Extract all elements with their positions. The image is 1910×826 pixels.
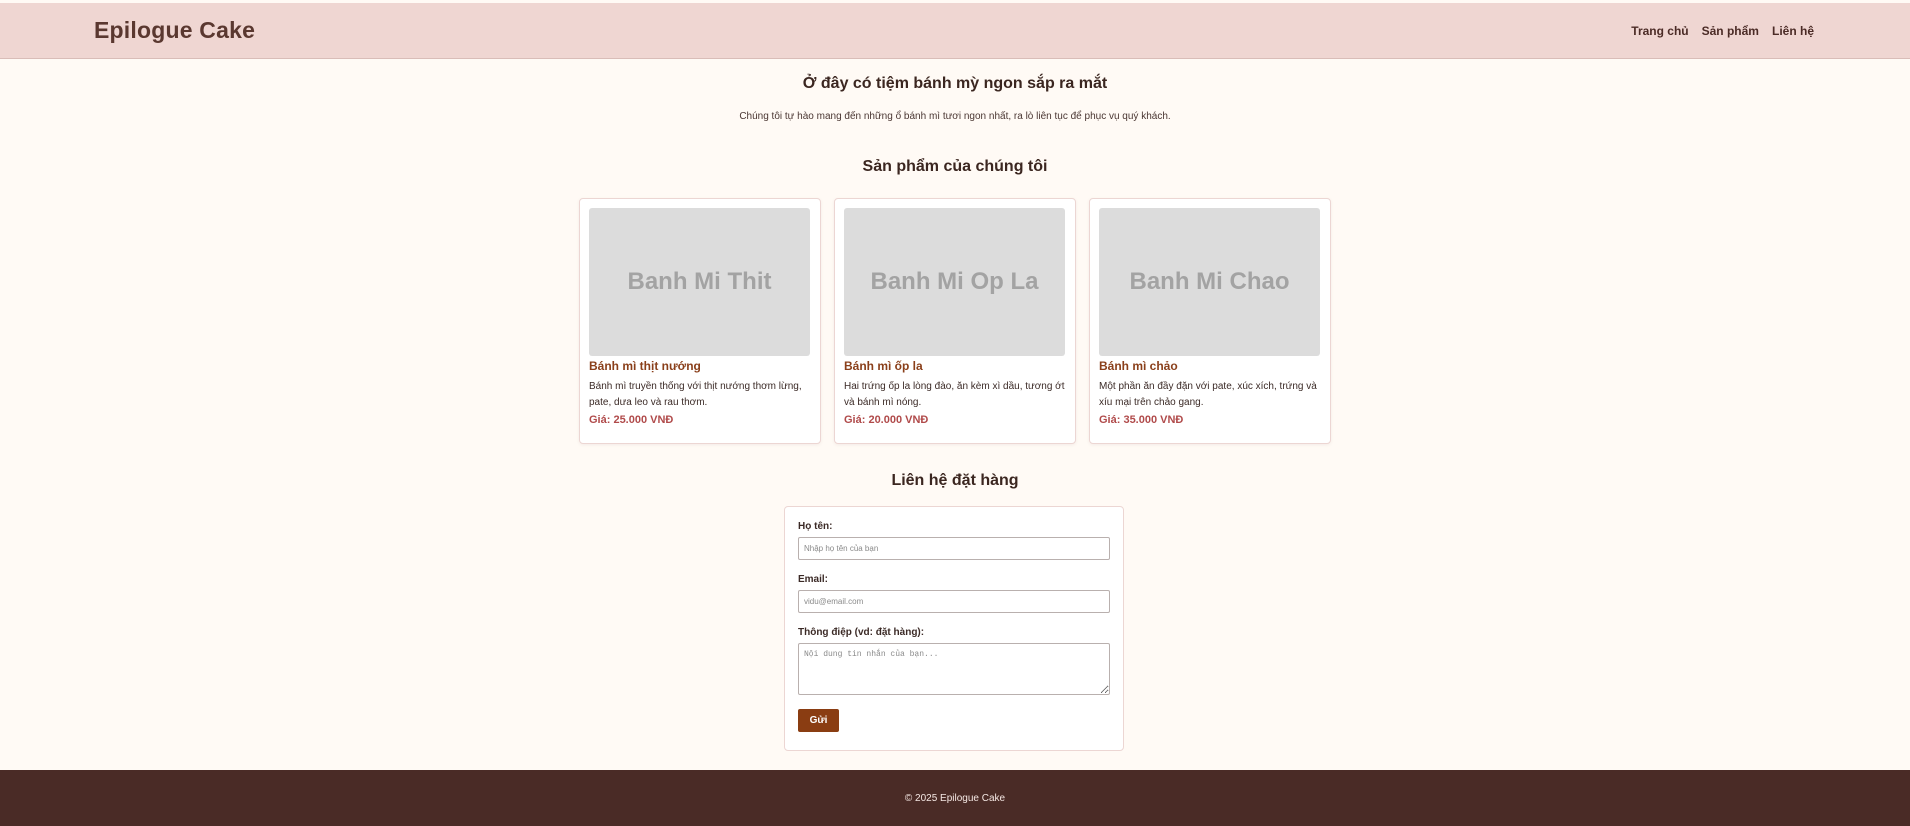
product-description: Bánh mì truyền thống với thịt nướng thơm… [589, 381, 802, 408]
nav-products-link[interactable]: Sản phẩm [1702, 24, 1759, 38]
page: Epilogue Cake Trang chủ Sản phẩm Liên hệ… [0, 0, 1910, 826]
intro-title: Ở đây có tiệm bánh mỳ ngon sắp ra mắt [802, 75, 1108, 92]
main-nav: Trang chủ Sản phẩm Liên hệ [1631, 24, 1814, 38]
footer-copyright: © 2025 Epilogue Cake [904, 792, 1006, 804]
product-image: Banh Mi Thit [589, 208, 810, 356]
product-description: Hai trứng ốp la lòng đào, ăn kèm xì dầu,… [844, 381, 1065, 408]
product-price: Giá: 35.000 VNĐ [1099, 414, 1184, 426]
contact-form: Họ tên: Email: Thông điệp (vd: đặt hàng)… [784, 506, 1124, 751]
product-image: Banh Mi Op La [844, 208, 1065, 356]
products-section-title: Sản phẩm của chúng tôi [862, 158, 1048, 175]
intro-description: Chúng tôi tự hào mang đến những ổ bánh m… [739, 111, 1171, 122]
site-footer: © 2025 Epilogue Cake [0, 770, 1910, 826]
nav-contact-link[interactable]: Liên hệ [1772, 24, 1814, 38]
name-input[interactable] [798, 537, 1110, 560]
message-textarea[interactable] [798, 643, 1110, 695]
product-name: Bánh mì thịt nướng [589, 359, 701, 373]
product-price: Giá: 20.000 VNĐ [844, 414, 929, 426]
product-description: Một phần ăn đầy đặn với pate, xúc xích, … [1099, 381, 1317, 408]
contact-section-title: Liên hệ đặt hàng [891, 472, 1019, 489]
product-list: Banh Mi Thit Bánh mì thịt nướng Bánh mì … [579, 198, 1331, 444]
product-name: Bánh mì ốp la [844, 359, 923, 373]
message-group: Thông điệp (vd: đặt hàng): [798, 627, 1110, 695]
product-card: Banh Mi Op La Bánh mì ốp la Hai trứng ốp… [834, 198, 1076, 444]
message-label: Thông điệp (vd: đặt hàng): [798, 627, 925, 638]
product-name: Bánh mì chảo [1099, 359, 1178, 373]
brand-logo[interactable]: Epilogue Cake [94, 17, 255, 44]
product-card: Banh Mi Chao Bánh mì chảo Một phần ăn đầ… [1089, 198, 1331, 444]
site-header: Epilogue Cake Trang chủ Sản phẩm Liên hệ [0, 3, 1910, 59]
submit-button[interactable]: Gửi [798, 709, 839, 732]
nav-home-link[interactable]: Trang chủ [1631, 24, 1688, 38]
email-input[interactable] [798, 590, 1110, 613]
email-label: Email: [798, 574, 829, 585]
email-group: Email: [798, 574, 1110, 613]
name-label: Họ tên: [798, 521, 833, 532]
product-price: Giá: 25.000 VNĐ [589, 414, 674, 426]
name-group: Họ tên: [798, 521, 1110, 560]
product-card: Banh Mi Thit Bánh mì thịt nướng Bánh mì … [579, 198, 821, 444]
product-image: Banh Mi Chao [1099, 208, 1320, 356]
